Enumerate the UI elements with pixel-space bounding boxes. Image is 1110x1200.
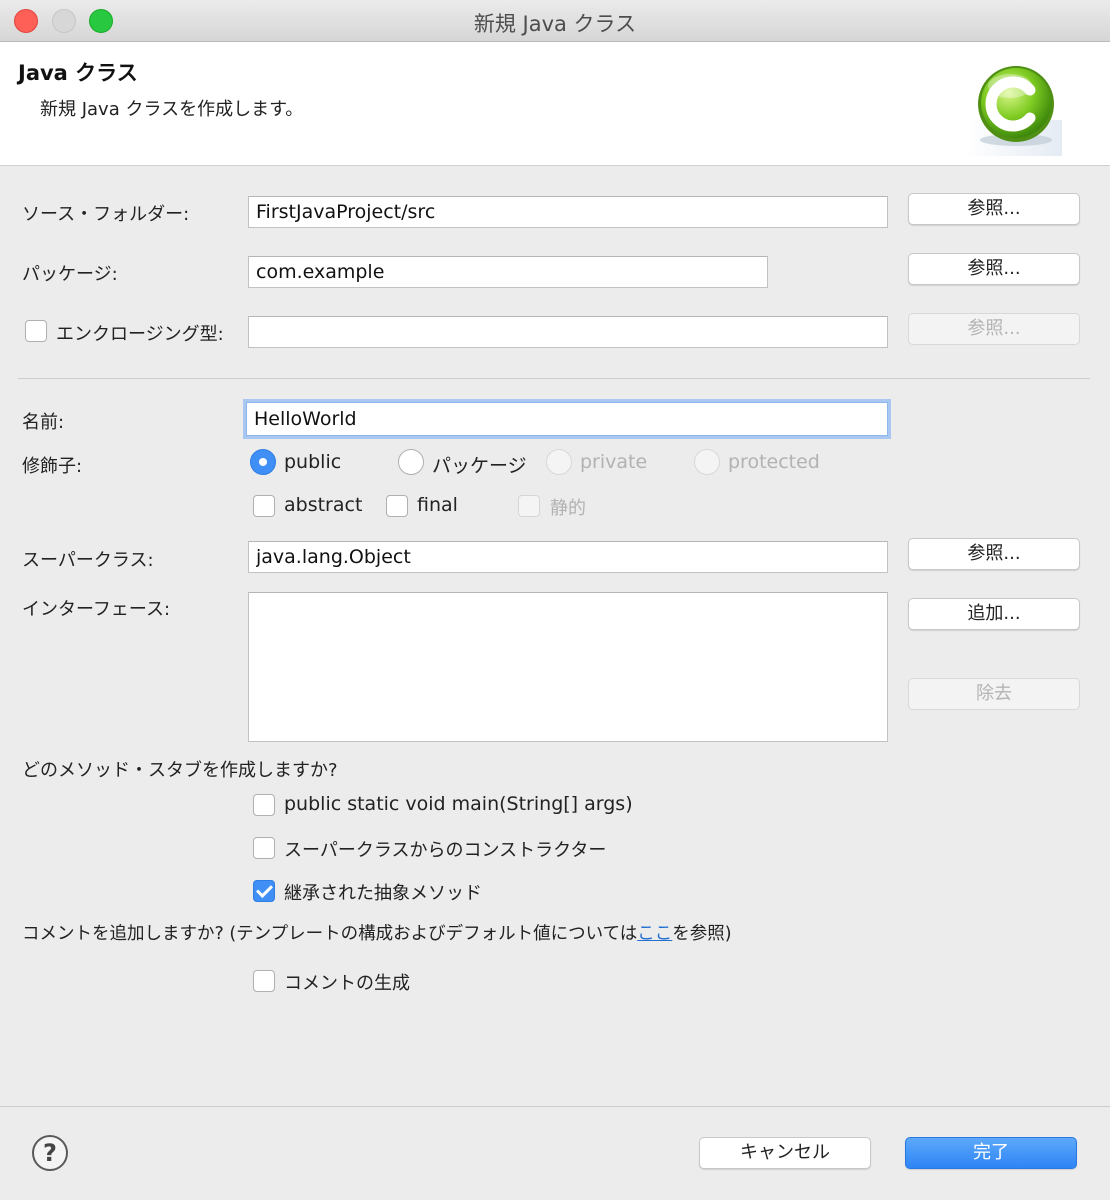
package-label: パッケージ: bbox=[22, 264, 118, 285]
modifier-private-label: private bbox=[580, 451, 648, 473]
class-name-field[interactable] bbox=[246, 402, 888, 436]
modifier-public-radio[interactable] bbox=[250, 449, 276, 475]
constructors-label: スーパークラスからのコンストラクター bbox=[284, 840, 607, 861]
main-method-checkbox[interactable] bbox=[253, 794, 275, 816]
superclass-label: スーパークラス: bbox=[22, 550, 154, 571]
source-folder-field[interactable] bbox=[248, 196, 888, 228]
superclass-browse-button[interactable]: 参照... bbox=[908, 538, 1080, 570]
interfaces-list[interactable] bbox=[248, 592, 888, 742]
package-browse-button[interactable]: 参照... bbox=[908, 253, 1080, 285]
method-stubs-question: どのメソッド・スタブを作成しますか? bbox=[22, 760, 338, 781]
source-folder-browse-button[interactable]: 参照... bbox=[908, 193, 1080, 225]
page-description: 新規 Java クラスを作成します。 bbox=[40, 99, 304, 120]
generate-comments-checkbox[interactable] bbox=[253, 970, 275, 992]
modifiers-label: 修飾子: bbox=[22, 456, 83, 477]
wizard-header: Java クラス 新規 Java クラスを作成します。 bbox=[0, 42, 1110, 166]
modifier-package-label: パッケージ bbox=[432, 455, 527, 477]
source-folder-label: ソース・フォルダー: bbox=[22, 204, 190, 225]
comments-question-text: コメントを追加しますか? (テンプレートの構成およびデフォルト値については bbox=[22, 924, 638, 944]
superclass-field[interactable] bbox=[248, 541, 888, 573]
abstract-label: abstract bbox=[284, 494, 363, 516]
constructors-checkbox[interactable] bbox=[253, 837, 275, 859]
inherited-abstract-methods-checkbox[interactable] bbox=[253, 880, 275, 902]
static-checkbox[interactable] bbox=[518, 495, 540, 517]
cancel-button[interactable]: キャンセル bbox=[699, 1137, 871, 1169]
modifier-package-radio[interactable] bbox=[398, 449, 424, 475]
page-title: Java クラス bbox=[18, 61, 138, 85]
interfaces-add-button[interactable]: 追加... bbox=[908, 598, 1080, 630]
modifier-protected-label: protected bbox=[728, 451, 820, 473]
name-label: 名前: bbox=[22, 412, 65, 433]
inherited-abstract-methods-label: 継承された抽象メソッド bbox=[284, 883, 482, 904]
enclosing-type-browse-button[interactable]: 参照... bbox=[908, 313, 1080, 345]
modifier-protected-radio[interactable] bbox=[694, 449, 720, 475]
finish-button[interactable]: 完了 bbox=[905, 1137, 1077, 1169]
abstract-checkbox[interactable] bbox=[253, 495, 275, 517]
java-class-icon bbox=[966, 66, 1062, 156]
separator bbox=[18, 378, 1090, 379]
enclosing-type-checkbox[interactable] bbox=[25, 320, 47, 342]
enclosing-type-label: エンクロージング型: bbox=[56, 324, 224, 345]
comments-question-suffix: を参照) bbox=[672, 924, 732, 944]
final-label: final bbox=[417, 494, 458, 516]
interfaces-label: インターフェース: bbox=[22, 599, 171, 620]
modifier-public-label: public bbox=[284, 451, 342, 473]
comments-question: コメントを追加しますか? (テンプレートの構成およびデフォルト値についてはここを… bbox=[22, 920, 732, 945]
static-label: 静的 bbox=[550, 498, 586, 519]
window-title: 新規 Java クラス bbox=[473, 12, 637, 36]
main-method-label: public static void main(String[] args) bbox=[284, 793, 633, 815]
interfaces-remove-button[interactable]: 除去 bbox=[908, 678, 1080, 710]
enclosing-type-field[interactable] bbox=[248, 316, 888, 348]
footer-separator bbox=[0, 1106, 1110, 1107]
modifier-private-radio[interactable] bbox=[546, 449, 572, 475]
title-bar: 新規 Java クラス bbox=[0, 0, 1110, 42]
comments-config-link[interactable]: ここ bbox=[637, 924, 672, 944]
package-field[interactable] bbox=[248, 256, 768, 288]
help-icon[interactable]: ? bbox=[32, 1135, 68, 1171]
final-checkbox[interactable] bbox=[386, 495, 408, 517]
generate-comments-label: コメントの生成 bbox=[284, 973, 410, 994]
